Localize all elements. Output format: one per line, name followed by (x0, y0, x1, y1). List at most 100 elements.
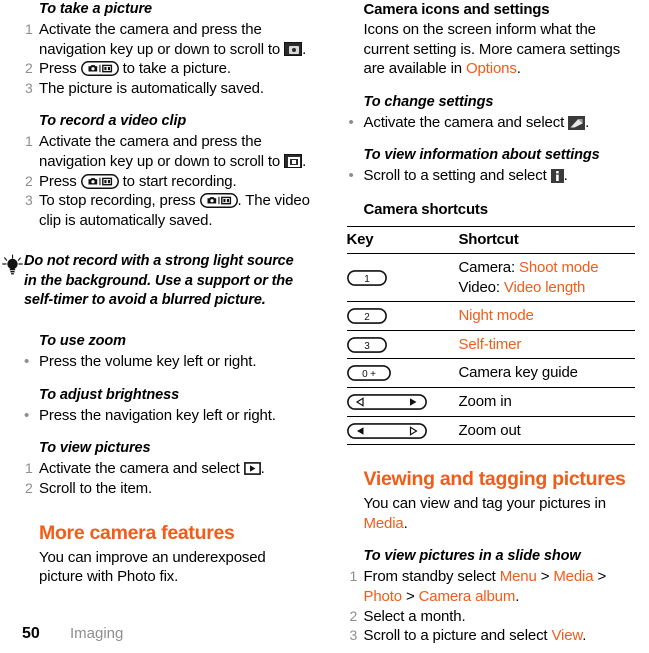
info-icon (550, 169, 564, 184)
step-text-part: . (582, 627, 587, 645)
step-number: 2 (25, 172, 33, 189)
right-column: Camera icons and settings Icons on the s… (325, 0, 649, 644)
heading-more-camera-features: More camera features (39, 521, 235, 544)
table-row: 0 + Camera key guide (346, 359, 635, 388)
steps-take-a-picture: 1 Activate the camera and press the navi… (22, 20, 311, 98)
svg-text:1: 1 (364, 274, 370, 285)
bullet-text: Press the volume key left or right. (39, 353, 257, 371)
svg-text:3: 3 (364, 341, 370, 352)
bullet-item: • Scroll to a setting and select . (347, 166, 636, 186)
bullets-adjust-brightness: • Press the navigation key left or right… (22, 406, 311, 426)
reference-view: View (551, 627, 583, 645)
heading-slide-show: To view pictures in a slide show (363, 548, 581, 565)
section-camera-icons-and-settings: Camera icons and settings Icons on the s… (347, 0, 636, 79)
left-column: To take a picture 1 Activate the camera … (0, 0, 325, 615)
step-item: 3 To stop recording, press . The video c… (22, 191, 311, 230)
heading-camera-shortcuts: Camera shortcuts (363, 200, 489, 218)
heading-adjust-brightness: To adjust brightness (39, 386, 180, 403)
table-row: Zoom in (346, 387, 635, 417)
shortcut-prefix: Video: (458, 278, 504, 296)
shortcut-cell: Camera key guide (458, 364, 578, 382)
step-text-before: Press (39, 60, 81, 78)
lightbulb-icon (2, 252, 24, 282)
key-cell: 2 (346, 302, 459, 331)
column-header-key: Key (346, 230, 374, 248)
section-view-info-about-settings: To view information about settings (347, 146, 636, 165)
heading-view-pictures: To view pictures (39, 440, 151, 457)
heading-view-info-about-settings: To view information about settings (363, 147, 600, 164)
step-number: 2 (25, 480, 33, 497)
steps-view-pictures: 1 Activate the camera and select . 2 Scr… (22, 459, 311, 498)
key-cell (346, 416, 459, 445)
step-number: 3 (349, 627, 358, 644)
key-3-icon: 3 (346, 336, 387, 353)
bullet-dot-icon: • (348, 113, 354, 131)
step-text-after: . (260, 460, 265, 478)
step-text: The picture is automatically saved. (39, 79, 264, 97)
bullet-text-after: . (585, 113, 590, 131)
step-text-part: > (401, 587, 419, 605)
section-slide-show: To view pictures in a slide show (347, 547, 636, 566)
key-0-plus-icon: 0 + (346, 365, 391, 382)
key-cell: 0 + (346, 359, 459, 388)
step-text-before: To stop recording, press (39, 192, 200, 210)
section-more-camera-features: More camera features You can improve an … (22, 521, 311, 587)
table-row: Zoom out (346, 416, 635, 445)
bullet-item: • Press the navigation key left or right… (22, 406, 311, 426)
more-camera-features-body: You can improve an underexposed picture … (39, 548, 266, 586)
bullet-text: Scroll to a setting and select . (364, 166, 636, 186)
step-text-part: . (515, 587, 520, 605)
bullet-text: Press the navigation key left or right. (39, 406, 276, 424)
reference-options: Options (466, 60, 517, 78)
step-text-after: . (302, 40, 307, 58)
step-text-before: Activate the camera and select (39, 460, 244, 478)
bullet-dot-icon: • (24, 406, 30, 424)
section-use-zoom: To use zoom (22, 332, 311, 351)
heading-take-a-picture: To take a picture (39, 1, 152, 17)
manual-page: To take a picture 1 Activate the camera … (0, 0, 649, 653)
reference-photo: Photo (363, 587, 403, 605)
section-change-settings: To change settings (347, 93, 636, 112)
heading-use-zoom: To use zoom (39, 333, 126, 350)
column-header-shortcut: Shortcut (458, 230, 519, 248)
bullet-dot-icon: • (348, 167, 354, 185)
step-text-after: . (302, 152, 307, 170)
step-text-part: Scroll to a picture and select (363, 627, 552, 645)
step-text-before: Activate the camera and press the naviga… (39, 133, 285, 170)
step-text-before: Press (39, 172, 81, 190)
heading-record-video-clip: To record a video clip (39, 113, 187, 130)
step-item: 2 Press to take a picture. (22, 59, 311, 79)
key-1-icon: 1 (346, 269, 387, 286)
reference-video-length: Video length (503, 278, 586, 296)
step-item: 2 Press to start recording. (22, 172, 311, 192)
heading-camera-icons-and-settings: Camera icons and settings (363, 1, 550, 18)
step-number: 3 (25, 79, 33, 96)
section-take-a-picture: To take a picture (22, 0, 311, 19)
step-item: 3 Scroll to a picture and select View. (347, 626, 636, 646)
table-header-row: Key Shortcut (346, 226, 635, 254)
step-text: Activate the camera and press the naviga… (39, 20, 311, 59)
body-text-after: . (403, 514, 408, 532)
body-text-after: . (516, 60, 521, 78)
bullet-text: Activate the camera and select . (364, 113, 636, 133)
key-2-icon: 2 (346, 308, 387, 325)
camera-key-icon (199, 193, 238, 209)
steps-record-video-clip: 1 Activate the camera and press the navi… (22, 132, 311, 230)
viewing-tagging-body: You can view and tag your pictures in Me… (364, 494, 636, 533)
step-text-part: From standby select (363, 568, 500, 586)
key-cell (346, 387, 459, 416)
heading-change-settings: To change settings (363, 93, 494, 110)
camera-key-icon (80, 173, 119, 189)
step-item: 1 Activate the camera and select . (22, 459, 311, 479)
step-text-after: to start recording. (118, 172, 237, 190)
reference-shoot-mode: Shoot mode (519, 258, 599, 276)
svg-text:0 +: 0 + (362, 369, 376, 380)
step-item: 1 From standby select Menu > Media > Pho… (347, 567, 636, 606)
shortcut-cell: Camera: Shoot mode Video: Video length (459, 253, 636, 301)
bullet-text-after: . (563, 167, 568, 185)
shortcut-cell: Self-timer (459, 330, 636, 359)
camera-mode-icon (284, 41, 303, 56)
tip-text: Do not record with a strong light source… (24, 253, 294, 308)
table-row: 2 Night mode (346, 302, 635, 331)
bullet-item: • Press the volume key left or right. (22, 352, 311, 372)
